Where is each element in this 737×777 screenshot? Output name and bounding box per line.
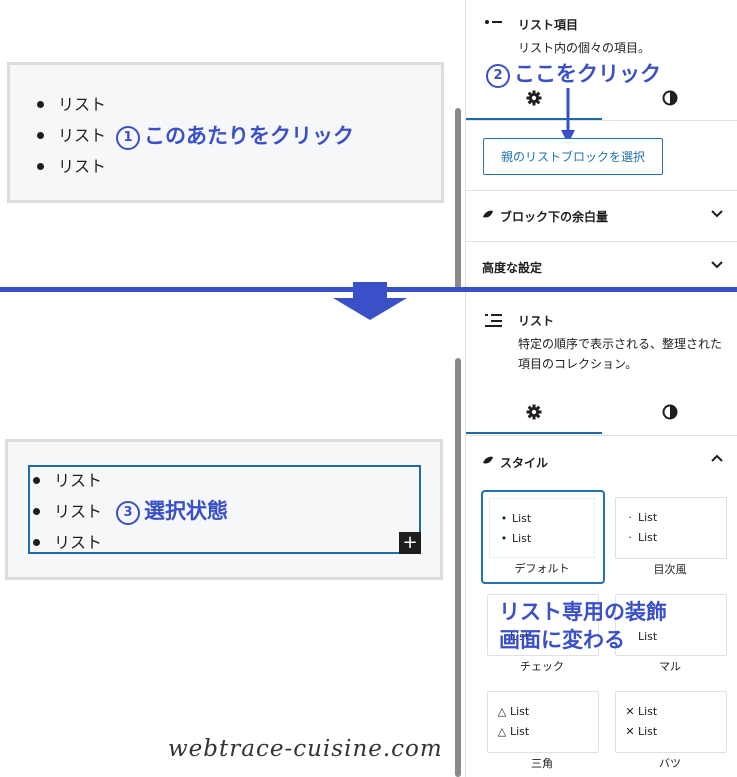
bottom-scrollbar[interactable]	[455, 358, 461, 777]
swell-leaf-icon	[483, 210, 493, 218]
selected-block-outline[interactable]: リスト リスト リスト 3 選択状態 +	[28, 465, 421, 554]
style-marker: •	[500, 512, 508, 525]
style-item: List	[638, 705, 658, 718]
block-description: リスト内の個々の項目。	[518, 41, 651, 55]
top-list: リスト リスト リスト	[32, 89, 106, 182]
bottom-list: リスト リスト リスト	[28, 465, 102, 558]
watermark: webtrace-cuisine.com	[168, 736, 443, 762]
contrast-icon	[662, 90, 678, 106]
style-item: List	[510, 725, 530, 738]
panel-styles[interactable]: スタイル	[466, 436, 737, 486]
style-marker: △	[497, 725, 507, 738]
style-item: List	[638, 511, 658, 524]
panel-label: 高度な設定	[482, 261, 543, 275]
swell-leaf-icon	[483, 456, 493, 464]
gear-icon	[526, 404, 542, 420]
panel-advanced[interactable]: 高度な設定	[466, 242, 737, 292]
tab-styles[interactable]	[602, 392, 737, 432]
style-marker: ✕	[625, 705, 635, 718]
select-parent-button[interactable]: 親のリストブロックを選択	[483, 138, 663, 175]
style-name: 三角	[531, 757, 553, 770]
add-block-button[interactable]: +	[399, 532, 421, 554]
bottom-settings-sidebar: リスト 特定の順序で表示される、整理された項目のコレクション。 スタイル • L…	[465, 292, 737, 777]
list-item[interactable]: リスト	[28, 527, 102, 558]
style-name: バツ	[659, 757, 681, 770]
annotation-line-1: リスト専用の装飾	[499, 600, 667, 624]
style-marker: •	[500, 532, 508, 545]
bottom-list-block[interactable]: リスト リスト リスト 3 選択状態 +	[5, 439, 443, 580]
style-name: チェック	[520, 660, 564, 673]
style-item: List	[638, 725, 658, 738]
list-item[interactable]: リスト	[32, 89, 106, 120]
style-triangle[interactable]: △ List △ List	[487, 691, 599, 753]
panel-label: ブロック下の余白量	[500, 210, 609, 224]
style-marker: ✕	[625, 725, 635, 738]
gear-icon	[526, 90, 542, 106]
contrast-icon	[662, 404, 678, 420]
block-description: 特定の順序で表示される、整理された項目のコレクション。	[518, 337, 723, 371]
style-marker: △	[497, 705, 507, 718]
panel-label: スタイル	[500, 456, 549, 470]
chevron-down-icon	[711, 210, 723, 218]
top-scrollbar[interactable]	[455, 108, 461, 290]
list-item[interactable]: リスト	[28, 465, 102, 496]
annotation-list-decoration: リスト専用の装飾 画面に変わる	[499, 598, 667, 654]
panel-block-margin[interactable]: ブロック下の余白量	[466, 191, 737, 241]
list-icon	[485, 314, 502, 327]
annotation-text: このあたりをクリック	[144, 124, 354, 148]
style-marker: ·	[628, 511, 632, 524]
style-cross[interactable]: ✕ List ✕ List	[615, 691, 727, 753]
chevron-down-icon	[711, 261, 723, 269]
list-item-icon	[485, 20, 502, 24]
style-toc[interactable]: · List · List	[615, 497, 727, 559]
annotation-text: 選択状態	[144, 499, 228, 523]
block-title: リスト	[518, 314, 555, 328]
annotation-number: 1	[116, 126, 140, 150]
style-item: List	[510, 705, 530, 718]
top-list-block[interactable]: リスト リスト リスト 1 このあたりをクリック	[7, 62, 444, 203]
down-arrow-icon	[333, 282, 407, 320]
style-item: List	[638, 531, 658, 544]
style-preview: • List • List	[489, 498, 595, 558]
tab-styles[interactable]	[602, 78, 737, 118]
block-title: リスト項目	[518, 18, 579, 32]
style-name: マル	[659, 660, 681, 673]
style-item: List	[512, 532, 532, 545]
style-name: 目次風	[653, 563, 687, 576]
tab-settings[interactable]	[466, 392, 602, 434]
style-marker: ·	[628, 531, 632, 544]
chevron-up-icon	[711, 454, 723, 462]
annotation-number: 3	[116, 501, 140, 525]
list-item[interactable]: リスト	[32, 120, 106, 151]
annotation-line-2: 画面に変わる	[499, 628, 625, 652]
top-settings-sidebar: リスト項目 リスト内の個々の項目。 2 ここをクリック 親のリストブロックを選択 …	[465, 0, 737, 288]
list-item[interactable]: リスト	[28, 496, 102, 527]
annotation-arrow	[561, 88, 575, 144]
style-name: デフォルト	[514, 562, 570, 575]
settings-tabs	[466, 392, 737, 434]
list-item[interactable]: リスト	[32, 151, 106, 182]
style-item: List	[512, 512, 532, 525]
annotation-click-here: 1 このあたりをクリック	[116, 120, 354, 150]
annotation-selected-state: 3 選択状態	[116, 495, 228, 525]
divider	[466, 120, 737, 121]
tab-settings[interactable]	[466, 78, 602, 120]
settings-tabs	[466, 78, 737, 120]
style-default[interactable]: • List • List デフォルト	[481, 490, 605, 584]
